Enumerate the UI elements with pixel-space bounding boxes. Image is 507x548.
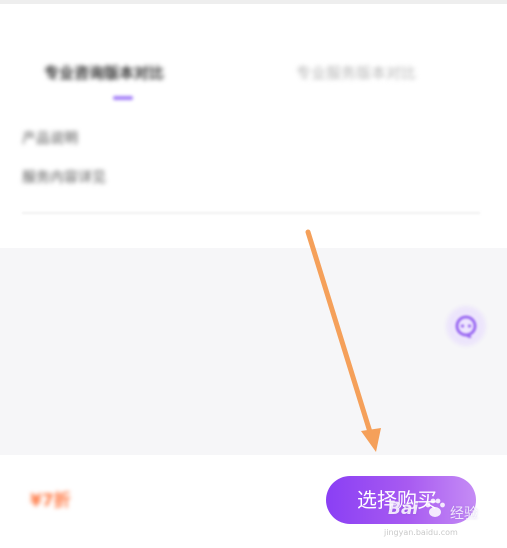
select-purchase-button[interactable]: 选择购买 bbox=[326, 476, 476, 524]
status-bar-edge bbox=[0, 0, 507, 4]
info-line-product: 产品说明 bbox=[22, 131, 78, 147]
content-card: 专业咨询版本对比 专业服务版本对比 产品说明 服务内容详见 bbox=[0, 0, 507, 248]
customer-service-icon bbox=[455, 315, 477, 338]
tab-secondary[interactable]: 专业服务版本对比 bbox=[296, 58, 461, 88]
price-label: ¥7折 bbox=[30, 491, 71, 511]
app-screen: 专业咨询版本对比 专业服务版本对比 产品说明 服务内容详见 ¥7折 选择购买 B… bbox=[0, 0, 507, 548]
customer-service-button[interactable] bbox=[444, 304, 488, 348]
info-line-service: 服务内容详见 bbox=[22, 170, 106, 186]
tab-indicator bbox=[113, 96, 133, 100]
divider bbox=[22, 212, 480, 214]
tab-primary[interactable]: 专业咨询版本对比 bbox=[44, 58, 214, 88]
